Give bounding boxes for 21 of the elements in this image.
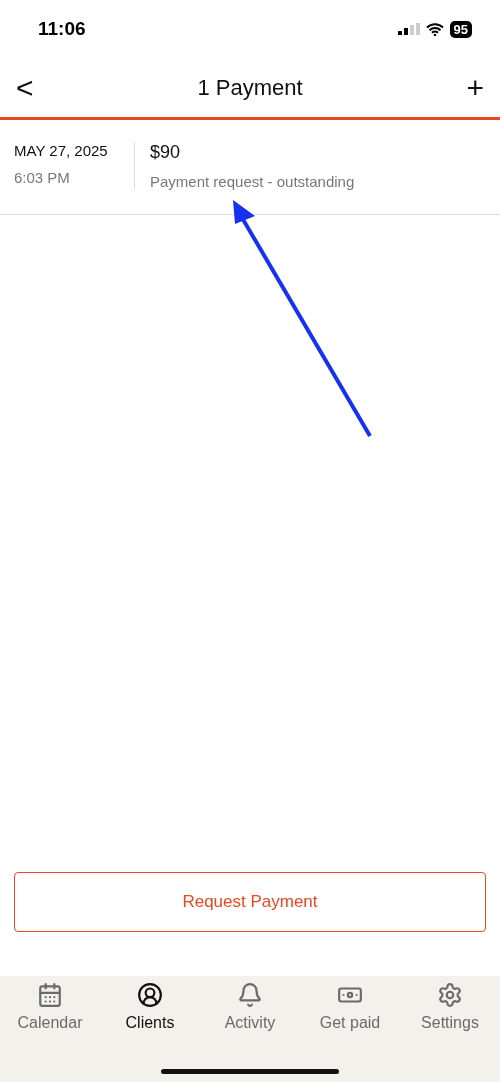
- payment-time: 6:03 PM: [14, 169, 71, 186]
- calendar-icon: [37, 982, 63, 1008]
- request-payment-button[interactable]: Request Payment: [14, 872, 486, 932]
- bell-icon: [237, 982, 263, 1008]
- status-time: 11:06: [38, 18, 86, 40]
- settings-icon: [437, 982, 463, 1008]
- back-button[interactable]: <: [14, 72, 36, 103]
- tab-item[interactable]: Get paid: [300, 982, 400, 1032]
- wifi-icon: [425, 22, 444, 36]
- user-icon: [137, 982, 163, 1008]
- payment-amount: $90: [150, 142, 182, 163]
- page-title: 1 Payment: [197, 74, 303, 101]
- payment-status: Payment request - outstanding: [150, 173, 355, 190]
- tab-item[interactable]: Clients: [100, 982, 200, 1032]
- signal-icon: [397, 23, 420, 35]
- payment-date: MAY 27, 2025: [14, 142, 109, 159]
- battery-level: 95: [449, 20, 472, 38]
- tab-item[interactable]: Activity: [200, 982, 300, 1032]
- tab-item[interactable]: Settings: [400, 982, 500, 1032]
- tab-item[interactable]: Calendar: [0, 982, 100, 1032]
- add-button[interactable]: +: [464, 72, 486, 103]
